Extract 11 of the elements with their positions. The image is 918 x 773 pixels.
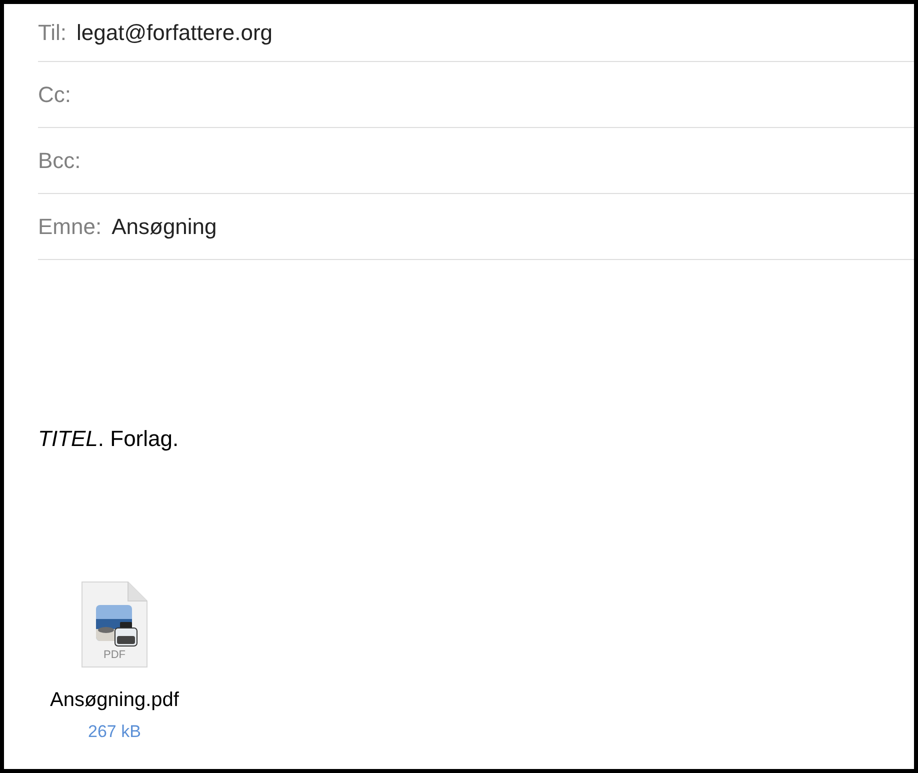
field-label: Cc: xyxy=(38,81,71,109)
field-value[interactable]: legat@forfattere.org xyxy=(76,16,273,49)
field-label: Emne: xyxy=(38,213,102,241)
field-label: Bcc: xyxy=(38,147,81,175)
body-text: TITEL. Forlag. xyxy=(38,425,180,453)
ink-bottle-icon xyxy=(114,621,138,647)
file-type-label: PDF xyxy=(102,648,126,663)
attachment-filename[interactable]: Ansøgning.pdf xyxy=(50,685,179,715)
field-label: Til: xyxy=(38,19,67,47)
attachment-size: 267 kB xyxy=(88,721,141,743)
field-value[interactable]: Ansøgning xyxy=(112,210,217,243)
